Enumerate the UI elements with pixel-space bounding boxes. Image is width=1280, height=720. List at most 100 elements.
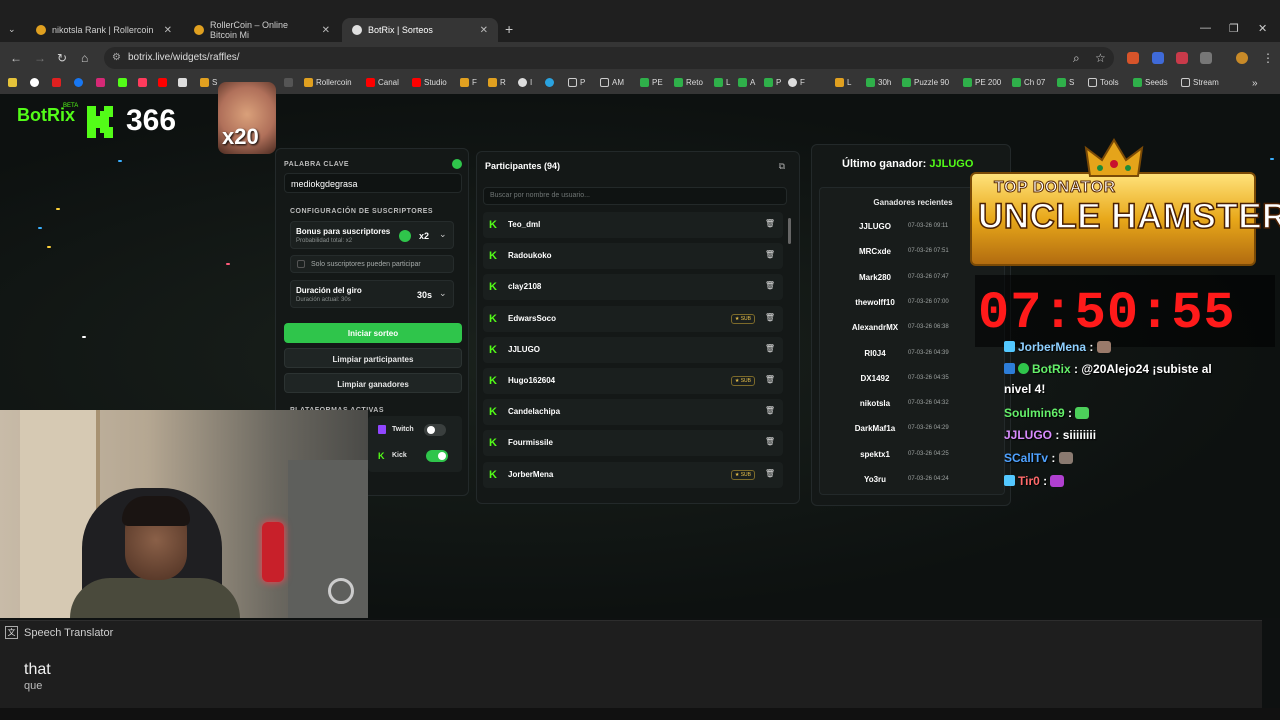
site-info-icon[interactable]: ⚙ (112, 52, 121, 63)
participant-name: Fourmissile (508, 438, 553, 448)
bookmark-icon[interactable] (52, 78, 61, 87)
bookmark-icon[interactable] (545, 78, 554, 87)
bookmark-item[interactable]: F (460, 78, 477, 87)
bookmark-folder[interactable]: Tools (1088, 78, 1119, 87)
tab-botrix-sorteos[interactable]: BotRix | Sorteos ✕ (342, 18, 498, 42)
bookmark-icon[interactable] (30, 78, 39, 87)
speech-translator-panel (0, 620, 1262, 708)
bookmark-folder[interactable]: AM (600, 78, 624, 87)
reload-icon[interactable]: ↻ (57, 51, 67, 65)
bookmark-item[interactable]: L (835, 78, 851, 87)
tab-nikotsla-rank[interactable]: nikotsla Rank | Rollercoin ✕ (26, 18, 182, 42)
forward-arrow-icon[interactable]: → (34, 51, 46, 65)
bookmark-item[interactable]: R (488, 78, 506, 87)
participant-name: Radoukoko (508, 251, 552, 261)
extension-icon[interactable] (1176, 52, 1188, 64)
home-icon[interactable]: ⌂ (81, 51, 88, 65)
clear-participants-button[interactable]: Limpiar participantes (284, 348, 462, 368)
bookmark-item[interactable]: PE 200 (963, 78, 1001, 87)
bookmark-item[interactable]: S (200, 78, 217, 87)
kick-toggle[interactable] (426, 450, 448, 462)
bookmark-item[interactable]: Rollercoin (304, 78, 352, 87)
trash-icon[interactable]: 🗑 (765, 250, 775, 259)
bookmark-icon[interactable] (118, 78, 127, 87)
bookmark-item[interactable]: Ch 07 (1012, 78, 1045, 87)
participants-scrollbar[interactable] (788, 218, 791, 244)
url-text: botrix.live/widgets/raffles/ (128, 52, 240, 63)
bookmark-icon[interactable] (74, 78, 83, 87)
participant-name: Candelachipa (508, 407, 561, 417)
bookmark-folder[interactable]: Stream (1181, 78, 1219, 87)
chat-message: SCallTv : (1004, 451, 1254, 465)
bookmark-item[interactable]: Canal (366, 78, 399, 87)
bookmark-folder[interactable]: P (568, 78, 585, 87)
bookmark-item[interactable]: F (788, 78, 805, 87)
twitch-toggle[interactable] (424, 424, 446, 436)
trash-icon[interactable]: 🗑 (765, 313, 775, 322)
extension-icon[interactable] (1152, 52, 1164, 64)
bookmark-item[interactable]: Puzzle 90 (902, 78, 949, 87)
minimize-window-icon[interactable]: — (1200, 22, 1211, 34)
subscribers-section-title: CONFIGURACIÓN DE SUSCRIPTORES (290, 208, 434, 215)
close-tab-icon[interactable]: ✕ (480, 25, 488, 36)
start-raffle-button[interactable]: Iniciar sorteo (284, 323, 462, 343)
tab-list-chevron-icon[interactable]: ⌄ (8, 24, 16, 35)
zoom-search-icon[interactable]: ⌕ (1073, 51, 1080, 66)
chat-text: : @20Alejo24 ¡subiste al (1074, 362, 1212, 376)
winner-time: 07-03-26 04:32 (908, 400, 949, 407)
crown-icon (1084, 138, 1144, 177)
bookmark-icon[interactable] (158, 78, 167, 87)
bookmark-icon[interactable] (178, 78, 187, 87)
bookmark-item[interactable]: S (1057, 78, 1074, 87)
bookmark-icon[interactable] (284, 78, 293, 87)
trash-icon[interactable]: 🗑 (765, 375, 775, 384)
trash-icon[interactable]: 🗑 (765, 281, 775, 290)
chevron-down-icon[interactable]: ⌄ (439, 229, 447, 240)
channel-watermark-icon (328, 578, 354, 604)
copy-icon[interactable]: ⧉ (779, 161, 785, 172)
bookmark-item[interactable]: L (714, 78, 730, 87)
participant-row: K Fourmissile 🗑 (483, 430, 783, 457)
extensions-puzzle-icon[interactable] (1200, 52, 1212, 64)
bookmark-item[interactable]: A (738, 78, 755, 87)
bookmark-item[interactable]: P (764, 78, 781, 87)
close-tab-icon[interactable]: ✕ (164, 25, 172, 36)
bookmark-icon[interactable] (8, 78, 17, 87)
bonus-select[interactable]: x2 (419, 231, 429, 241)
maximize-window-icon[interactable]: ❐ (1229, 22, 1239, 35)
bookmark-item[interactable]: PE (640, 78, 663, 87)
url-field[interactable]: ⚙ botrix.live/widgets/raffles/ (104, 47, 1114, 69)
close-tab-icon[interactable]: ✕ (322, 25, 330, 36)
emote-icon (1058, 452, 1073, 464)
chevron-down-icon[interactable]: ⌄ (439, 288, 447, 299)
back-arrow-icon[interactable]: ← (10, 51, 22, 65)
trash-icon[interactable]: 🗑 (765, 219, 775, 228)
bookmarks-overflow-icon[interactable]: » (1252, 78, 1258, 89)
duration-select[interactable]: 30s (417, 290, 432, 300)
bookmark-item[interactable]: 30h (866, 78, 891, 87)
new-tab-button[interactable]: + (505, 21, 513, 37)
trash-icon[interactable]: 🗑 (765, 469, 775, 478)
bookmark-item[interactable]: Seeds (1133, 78, 1168, 87)
extension-icon[interactable] (1127, 52, 1139, 64)
bookmark-item[interactable]: I (518, 78, 532, 87)
keyword-input[interactable]: mediokgdegrasa (284, 173, 462, 193)
trash-icon[interactable]: 🗑 (765, 437, 775, 446)
bookmark-icon[interactable] (138, 78, 147, 87)
tab-rollercoin[interactable]: RollerCoin – Online Bitcoin Mi ✕ (184, 18, 340, 42)
bookmark-star-icon[interactable]: ☆ (1095, 51, 1106, 65)
bookmark-icon[interactable] (96, 78, 105, 87)
profile-avatar[interactable] (1236, 52, 1248, 64)
trash-icon[interactable]: 🗑 (765, 344, 775, 353)
trash-icon[interactable]: 🗑 (765, 406, 775, 415)
close-window-icon[interactable]: ✕ (1258, 22, 1267, 35)
bookmark-item[interactable]: Studio (412, 78, 447, 87)
browser-menu-icon[interactable]: ⋮ (1262, 51, 1274, 65)
participant-search-input[interactable]: Buscar por nombre de usuario... (483, 187, 787, 205)
bookmark-item[interactable]: Reto (674, 78, 703, 87)
chat-username: Soulmin69 (1004, 406, 1065, 420)
only-subs-checkbox[interactable] (297, 260, 305, 268)
confetti (118, 160, 122, 162)
clear-winners-button[interactable]: Limpiar ganadores (284, 373, 462, 393)
only-subs-option[interactable]: Solo suscriptores pueden participar (290, 255, 454, 273)
